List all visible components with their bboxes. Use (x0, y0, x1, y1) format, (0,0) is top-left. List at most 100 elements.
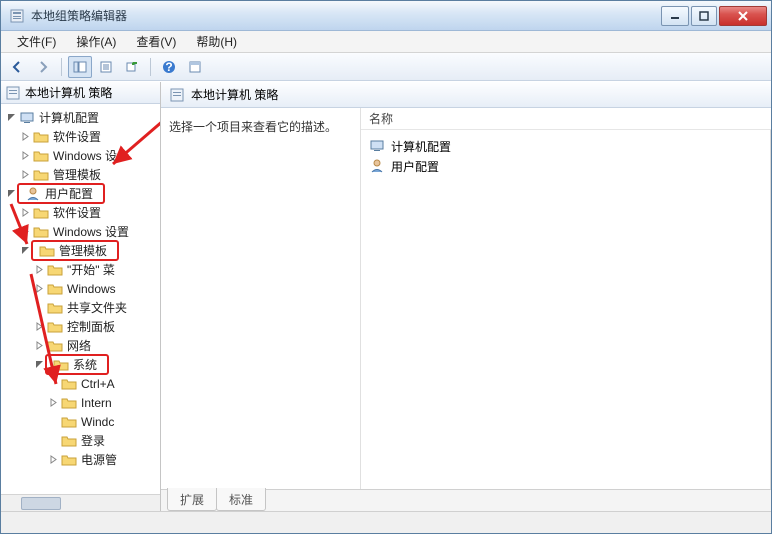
toolbar-forward-button[interactable] (31, 56, 55, 78)
description-prompt: 选择一个项目来查看它的描述。 (169, 120, 337, 134)
menu-file[interactable]: 文件(F) (7, 31, 66, 52)
list-item-computer-config[interactable]: 计算机配置 (369, 136, 762, 156)
expand-toggle[interactable] (19, 226, 31, 238)
policy-icon (169, 87, 185, 103)
tree-item-start-menu[interactable]: "开始" 菜 (5, 260, 160, 279)
tree-label: Windows 设置 (53, 223, 135, 240)
tree-item-computer-config[interactable]: 计算机配置 (5, 108, 160, 127)
folder-icon (61, 395, 77, 411)
annotation-highlight: 系统 (45, 354, 109, 375)
toolbar-showhide-tree-button[interactable] (68, 56, 92, 78)
tree-horizontal-scrollbar[interactable] (1, 494, 160, 511)
tab-extended[interactable]: 扩展 (167, 488, 217, 511)
list-item-label: 用户配置 (391, 158, 439, 175)
toolbar-back-button[interactable] (5, 56, 29, 78)
expand-toggle[interactable] (33, 359, 45, 371)
tree-item-user-config[interactable]: 用户配置 (5, 184, 160, 203)
expand-toggle[interactable] (5, 112, 17, 124)
folder-icon (47, 262, 63, 278)
expand-toggle[interactable] (19, 131, 31, 143)
expand-toggle[interactable] (19, 150, 31, 162)
expand-toggle[interactable] (19, 207, 31, 219)
policy-icon (5, 85, 21, 101)
tree-label: 登录 (81, 432, 111, 449)
expand-toggle[interactable] (47, 416, 59, 428)
tree-item-software-settings-2[interactable]: 软件设置 (5, 203, 160, 222)
tree-item-network[interactable]: 网络 (5, 336, 160, 355)
computer-icon (19, 110, 35, 126)
toolbar-separator (150, 58, 151, 76)
folder-icon (33, 205, 49, 221)
expand-toggle[interactable] (33, 283, 45, 295)
tree-label: 电源管 (81, 451, 123, 468)
toolbar-help-button[interactable]: ? (157, 56, 181, 78)
app-window: 本地组策略编辑器 文件(F) 操作(A) 查看(V) 帮助(H) ? 本地计算机… (0, 0, 772, 534)
computer-icon (369, 138, 385, 154)
tree-item-system[interactable]: 系统 (5, 355, 160, 374)
toolbar-export-button[interactable] (120, 56, 144, 78)
svg-text:?: ? (165, 60, 172, 74)
scrollbar-thumb[interactable] (21, 497, 61, 510)
tree-item-control-panel[interactable]: 控制面板 (5, 317, 160, 336)
tree-panel: 本地计算机 策略 计算机配置 软件设置 (1, 82, 161, 511)
close-button[interactable] (719, 6, 767, 26)
menu-bar: 文件(F) 操作(A) 查看(V) 帮助(H) (1, 31, 771, 53)
tree-label: Windows 设 (53, 147, 123, 164)
tree-label: 管理模板 (53, 166, 107, 183)
expand-toggle[interactable] (19, 245, 31, 257)
list-item-user-config[interactable]: 用户配置 (369, 156, 762, 176)
bottom-tabs: 扩展 标准 (161, 489, 771, 511)
menu-action[interactable]: 操作(A) (66, 31, 126, 52)
folder-icon (33, 148, 49, 164)
column-name: 名称 (369, 110, 393, 127)
app-icon (9, 8, 25, 24)
expand-toggle[interactable] (19, 169, 31, 181)
folder-icon (61, 452, 77, 468)
expand-toggle[interactable] (33, 321, 45, 333)
tree-root-label: 本地计算机 策略 (25, 84, 112, 101)
tree-item-power[interactable]: 电源管 (5, 450, 160, 469)
tree-item-windc[interactable]: Windc (5, 412, 160, 431)
details-title: 本地计算机 策略 (191, 86, 278, 103)
tree-label: 计算机配置 (39, 109, 105, 126)
menu-help[interactable]: 帮助(H) (186, 31, 247, 52)
tree-item-windows-settings[interactable]: Windows 设 (5, 146, 160, 165)
tree-item-internet[interactable]: Intern (5, 393, 160, 412)
tree-item-windows-components[interactable]: Windows (5, 279, 160, 298)
folder-icon (47, 300, 63, 316)
details-panel: 本地计算机 策略 选择一个项目来查看它的描述。 名称 计算机配置 (161, 82, 771, 511)
folder-icon (33, 129, 49, 145)
expand-toggle[interactable] (47, 435, 59, 447)
tree-scroll-area[interactable]: 计算机配置 软件设置 Windows 设 (1, 104, 160, 494)
list-column-header[interactable]: 名称 (361, 108, 771, 130)
tree-label: "开始" 菜 (67, 261, 121, 278)
expand-toggle[interactable] (47, 378, 59, 390)
folder-icon (53, 357, 69, 373)
tree-label: 软件设置 (53, 204, 107, 221)
minimize-button[interactable] (661, 6, 689, 26)
tree-item-logon[interactable]: 登录 (5, 431, 160, 450)
expand-toggle[interactable] (33, 264, 45, 276)
folder-icon (33, 167, 49, 183)
menu-view[interactable]: 查看(V) (126, 31, 186, 52)
toolbar-properties-button[interactable] (94, 56, 118, 78)
toolbar: ? (1, 53, 771, 81)
annotation-highlight: 用户配置 (17, 183, 105, 204)
folder-icon (61, 433, 77, 449)
tree-item-shared-folders[interactable]: 共享文件夹 (5, 298, 160, 317)
tree-item-admin-templates-2[interactable]: 管理模板 (5, 241, 160, 260)
tree-item-software-settings[interactable]: 软件设置 (5, 127, 160, 146)
expand-toggle[interactable] (33, 340, 45, 352)
expand-toggle[interactable] (47, 454, 59, 466)
maximize-button[interactable] (691, 6, 717, 26)
tree-item-windows-settings-2[interactable]: Windows 设置 (5, 222, 160, 241)
tree-item-admin-templates[interactable]: 管理模板 (5, 165, 160, 184)
expand-toggle[interactable] (33, 302, 45, 314)
tree-item-ctrl-alt[interactable]: Ctrl+A (5, 374, 160, 393)
folder-icon (47, 281, 63, 297)
tree-header[interactable]: 本地计算机 策略 (1, 82, 160, 104)
toolbar-filter-button[interactable] (183, 56, 207, 78)
expand-toggle[interactable] (5, 188, 17, 200)
expand-toggle[interactable] (47, 397, 59, 409)
tab-standard[interactable]: 标准 (216, 488, 266, 511)
